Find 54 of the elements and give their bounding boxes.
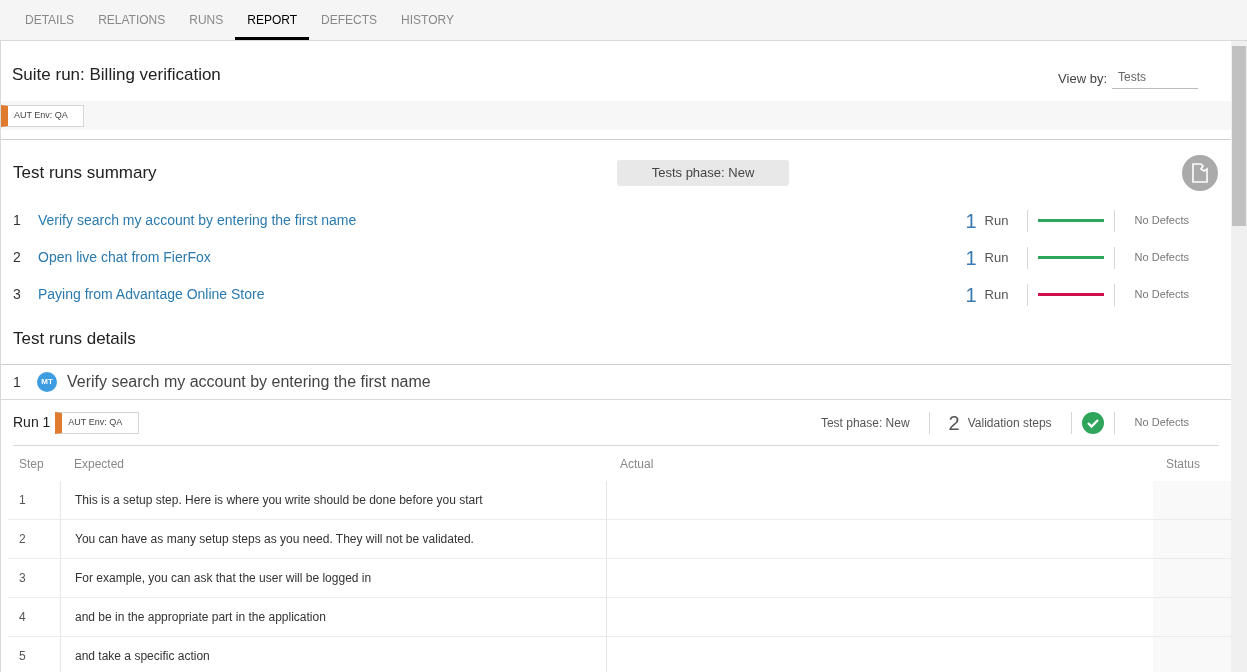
section-title: Test runs details [12,328,137,350]
environment-tag: AUT Env: QA [1,104,84,127]
report-title: Suite run: Billing verification [12,64,221,86]
table-cell: This is a setup step. Here is where you write should be done before you start [61,481,607,519]
phase-badge: Tests phase: New [617,160,789,186]
view-by-dropdown[interactable]: Tests [1112,68,1198,89]
run-count: 1 [965,282,977,308]
defects-label: No Defects [1134,213,1189,229]
column-header: Status [1165,455,1202,473]
tab[interactable]: HISTORY [389,0,466,40]
document-icon[interactable] [1182,155,1218,191]
defects-label: No Defects [1134,415,1189,431]
run-label: Run [984,248,1010,267]
run-count: 1 [965,245,977,271]
test-link[interactable]: Paying from Advantage Online Store [38,284,265,305]
table-cell: 3 [8,559,61,597]
tab[interactable]: DETAILS [13,0,87,40]
run-count: 1 [965,208,977,234]
test-link[interactable]: Verify search my account by entering the first name [38,210,357,231]
table-cell: For example, you can ask that the user will be logged in [61,559,607,597]
environment-tag: AUT Env: QA [55,411,140,434]
column-header: Actual [619,455,655,473]
table-cell: 4 [8,598,61,636]
row-number: 1 [13,372,22,392]
tab[interactable]: DEFECTS [309,0,390,40]
run-title: Run 1 [13,413,51,432]
section-title: Test runs summary [13,162,158,185]
table-cell: 5 [8,637,61,672]
test-title: Verify search my account by entering the first name [67,372,431,392]
phase-label: Test phase: New [820,414,910,432]
check-icon [1081,411,1104,434]
table-cell: 2 [8,520,61,558]
tab[interactable]: RUNS [177,0,236,40]
defects-label: No Defects [1134,250,1189,266]
run-label: Run [984,285,1010,304]
steps-label: Validation steps [967,414,1052,432]
scrollbar[interactable] [1231,40,1247,672]
defects-label: No Defects [1134,287,1189,303]
scrollbar-thumb[interactable] [1232,46,1246,226]
row-number: 1 [13,211,22,230]
column-header: Step [18,455,45,473]
test-link[interactable]: Open live chat from FierFox [38,247,211,268]
column-header: Expected [73,455,126,473]
row-number: 3 [13,285,22,304]
steps-count: 2 [948,410,960,436]
test-type-badge: MT [37,372,57,392]
run-label: Run [984,211,1010,230]
table-cell: and take a specific action [61,637,607,672]
table-cell: You can have as many setup steps as you need. They will not be validated. [61,520,607,558]
table-cell: and be in the appropriate part in the application [61,598,607,636]
table-cell: 1 [8,481,61,519]
field-label: View by: [1058,69,1107,88]
row-number: 2 [13,248,22,267]
tab[interactable]: RELATIONS [86,0,178,40]
